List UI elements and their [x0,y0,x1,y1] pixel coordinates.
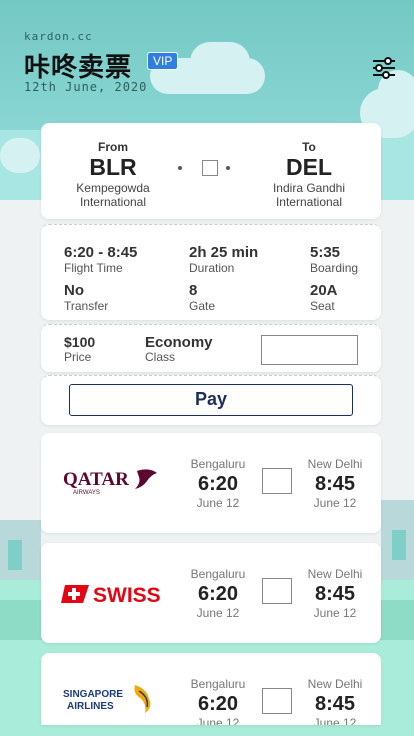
airline-subname: AIRLINES [67,701,114,712]
flight-option-swiss[interactable]: SWISS Bengaluru 6:20 June 12 New Delhi 8… [41,543,381,643]
to-airport-line1: Indira Gandhi [272,181,346,195]
flight-option-singapore[interactable]: SINGAPORE AIRLINES Bengaluru 6:20 June 1… [41,653,381,725]
departure-city: Bengaluru [190,567,246,581]
airline-name: SWISS [93,584,161,607]
transfer-label: Transfer [64,299,109,313]
cloud [0,138,40,173]
departure-time: 6:20 [197,583,239,605]
arrival-city: New Delhi [307,567,363,581]
price-label: Price [64,350,92,364]
to-airport-line2: International [275,195,343,209]
app-header: kardon.cc 咔咚卖票 VIP 12th June, 2020 [24,30,396,100]
route-dot [226,166,230,170]
class-value: Economy [145,334,213,351]
travel-date: 12th June, 2020 [24,80,148,94]
departure-city: Bengaluru [190,677,246,691]
duration-label: Duration [189,261,235,275]
airplane-icon [262,468,292,494]
class-label: Class [145,350,176,364]
swiss-logo: SWISS [61,584,161,607]
departure-date: June 12 [196,606,240,620]
arrival-time: 8:45 [314,583,356,605]
price-value: $100 [64,334,96,350]
from-label: From [98,140,128,154]
app-title: 咔咚卖票 [24,53,133,83]
building [8,540,22,570]
qatar-airways-logo: QATAR AIRWAYS [63,469,157,496]
arrival-date: June 12 [313,496,357,510]
site-name: kardon.cc [24,30,93,43]
boarding-label: Boarding [310,261,359,275]
arrival-time: 8:45 [314,693,356,715]
departure-city: Bengaluru [190,457,246,471]
arrival-city: New Delhi [307,677,363,691]
airplane-icon [262,578,292,604]
flight-time-value: 6:20 - 8:45 [64,244,138,261]
departure-date: June 12 [196,496,240,510]
airline-name: QATAR [63,469,129,490]
airplane-icon [262,688,292,714]
to-code: DEL [286,154,332,180]
price-card: $100 Price Economy Class [41,324,381,372]
departure-date: June 12 [196,716,240,725]
airplane-icon [202,160,218,176]
transfer-value: No [64,282,84,299]
barcode-image [261,335,358,365]
seat-label: Seat [310,299,335,313]
arrival-date: June 12 [313,716,357,725]
arrival-time: 8:45 [314,473,356,495]
flight-time-label: Flight Time [64,261,123,275]
flight-option-qatar[interactable]: QATAR AIRWAYS Bengaluru 6:20 June 12 New… [41,433,381,533]
to-label: To [302,140,316,154]
filter-sliders-icon[interactable] [372,57,396,79]
route-dot [178,166,182,170]
airline-name: SINGAPORE [63,689,123,700]
route-card: From BLR Kempegowda International To DEL… [41,123,381,219]
boarding-value: 5:35 [310,244,341,261]
arrival-date: June 12 [313,606,357,620]
seat-value: 20A [310,282,338,299]
gate-label: Gate [189,299,216,313]
pay-card: Pay [41,375,381,425]
from-code: BLR [89,154,137,180]
departure-time: 6:20 [197,473,239,495]
airline-subname: AIRWAYS [73,490,100,496]
vip-badge[interactable]: VIP [147,52,179,70]
flight-details-card: 6:20 - 8:45 Flight Time 2h 25 min Durati… [41,224,381,320]
arrival-city: New Delhi [307,457,363,471]
gate-value: 8 [189,282,198,299]
singapore-airlines-logo: SINGAPORE AIRLINES [63,685,151,713]
pay-button[interactable]: Pay [69,384,353,416]
building [392,530,406,560]
from-airport-line1: Kempegowda [76,181,150,195]
departure-time: 6:20 [197,693,239,715]
duration-value: 2h 25 min [189,244,259,261]
from-airport-line2: International [79,195,147,209]
